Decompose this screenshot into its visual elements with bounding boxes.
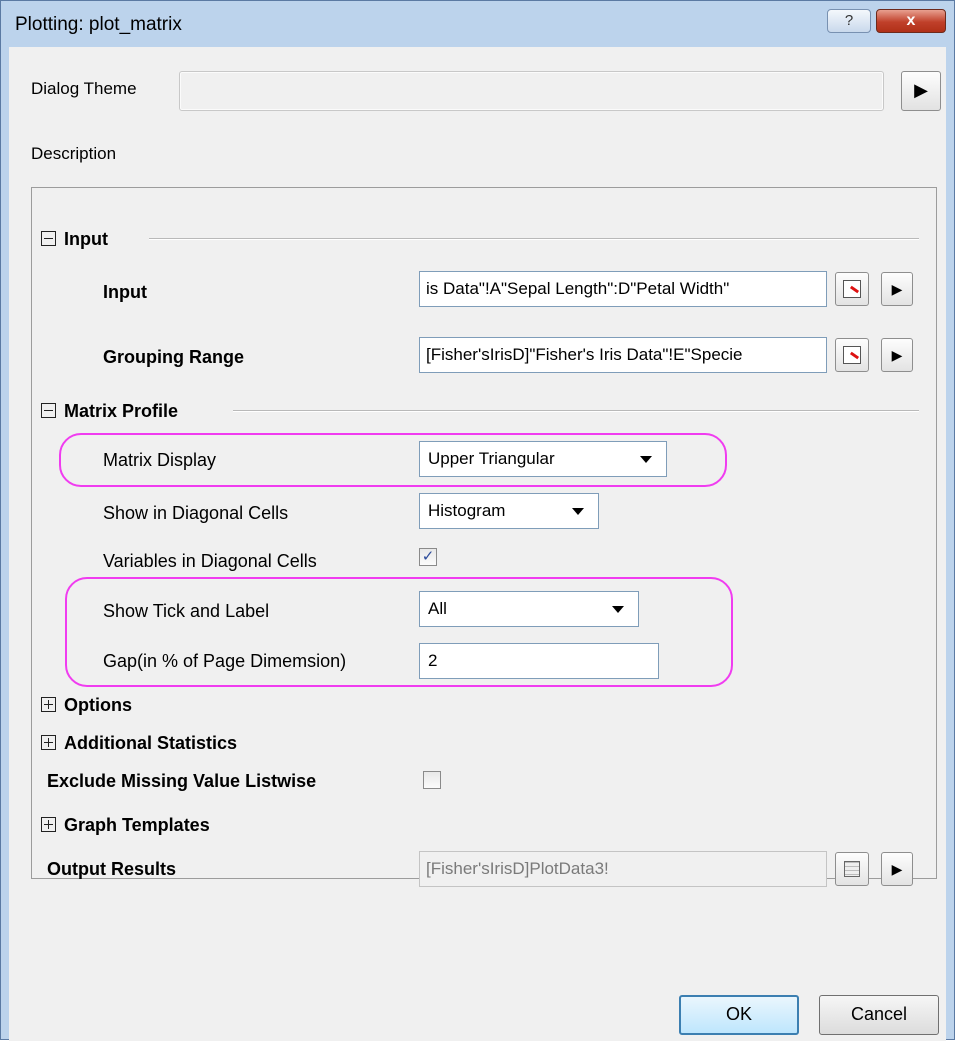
title-bar[interactable]: Plotting: plot_matrix ? x [1,1,954,47]
section-matrix-profile[interactable]: Matrix Profile [41,401,178,422]
checkmark-icon: ✓ [421,548,435,565]
select-grouping-button[interactable] [835,338,869,372]
chevron-down-icon [572,508,584,515]
output-browse-button[interactable] [835,852,869,886]
gap-label: Gap(in % of Page Dimemsion) [103,651,347,671]
grouping-menu-button[interactable]: ▶ [881,338,913,372]
section-input-label: Input [64,229,108,249]
variables-diagonal-checkbox[interactable]: ✓ [419,548,437,566]
chevron-down-icon [612,606,624,613]
triangle-right-icon: ▶ [891,861,903,877]
dialog-theme-label: Dialog Theme [31,79,137,98]
gap-input[interactable]: 2 [419,643,659,679]
dialog-window: Plotting: plot_matrix ? x Dialog Theme ▶… [0,0,955,1041]
tick-label-label: Show Tick and Label [103,601,270,621]
tick-label-value: All [428,599,447,618]
output-results-field: [Fisher'sIrisD]PlotData3! [419,851,827,887]
expand-icon[interactable] [41,697,56,712]
dialog-theme-field[interactable] [179,71,884,111]
section-divider [149,238,919,240]
section-matrix-profile-label: Matrix Profile [64,401,179,421]
chevron-down-icon [640,456,652,463]
dialog-theme-menu-button[interactable]: ▶ [901,71,941,111]
close-icon: x [906,12,916,29]
cancel-button[interactable]: Cancel [819,995,939,1035]
table-icon [844,861,860,877]
grouping-range-label: Grouping Range [103,347,244,367]
select-range-icon [843,280,861,298]
section-options[interactable]: Options [41,695,132,716]
tick-label-dropdown[interactable]: All [419,591,639,627]
section-additional-statistics[interactable]: Additional Statistics [41,733,237,754]
input-label: Input [103,282,147,302]
section-additional-statistics-label: Additional Statistics [64,733,238,753]
triangle-right-icon: ▶ [914,80,928,100]
section-graph-templates[interactable]: Graph Templates [41,815,210,836]
select-range-icon [843,346,861,364]
matrix-display-value: Upper Triangular [428,449,555,468]
output-menu-button[interactable]: ▶ [881,852,913,886]
matrix-display-label: Matrix Display [103,450,217,470]
section-divider [233,410,919,412]
section-input[interactable]: Input [41,229,108,250]
input-range-field[interactable]: is Data"!A"Sepal Length":D"Petal Width" [419,271,827,307]
diagonal-cells-label: Show in Diagonal Cells [103,503,289,523]
description-label: Description [31,144,117,163]
exclude-missing-label: Exclude Missing Value Listwise [47,771,317,791]
input-menu-button[interactable]: ▶ [881,272,913,306]
grouping-range-field[interactable]: [Fisher'sIrisD]"Fisher's Iris Data"!E"Sp… [419,337,827,373]
triangle-right-icon: ▶ [891,281,903,297]
select-range-button[interactable] [835,272,869,306]
ok-button[interactable]: OK [679,995,799,1035]
diagonal-cells-value: Histogram [428,501,506,520]
expand-icon[interactable] [41,817,56,832]
collapse-icon[interactable] [41,403,56,418]
window-title: Plotting: plot_matrix [15,14,182,35]
expand-icon[interactable] [41,735,56,750]
matrix-display-dropdown[interactable]: Upper Triangular [419,441,667,477]
variables-diagonal-label: Variables in Diagonal Cells [103,551,317,571]
section-graph-templates-label: Graph Templates [64,815,210,835]
help-button[interactable]: ? [827,9,871,33]
diagonal-cells-dropdown[interactable]: Histogram [419,493,599,529]
close-button[interactable]: x [876,9,946,33]
triangle-right-icon: ▶ [891,347,903,363]
exclude-missing-checkbox[interactable] [423,771,441,789]
section-options-label: Options [64,695,132,715]
output-results-label: Output Results [47,859,176,879]
collapse-icon[interactable] [41,231,56,246]
